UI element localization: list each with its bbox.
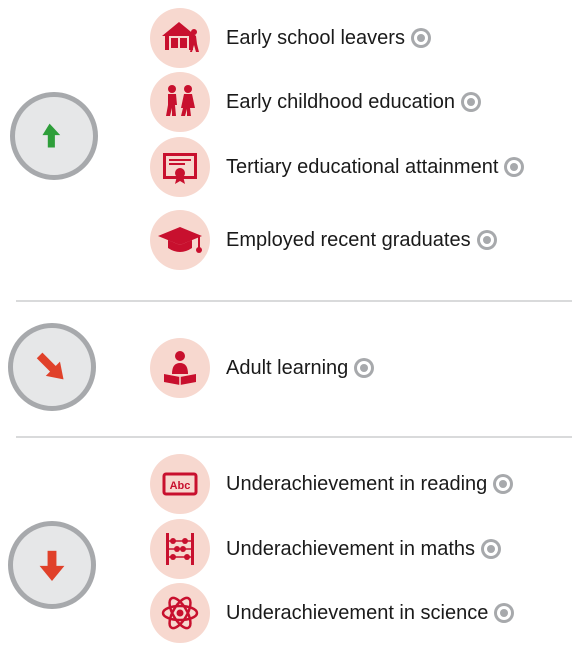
indicator-label: Underachievement in science <box>226 602 489 624</box>
diploma-certificate-icon <box>150 137 210 197</box>
trend-indicator-down <box>8 521 96 609</box>
trend-indicator-up <box>10 92 98 180</box>
arrow-down-right-icon <box>36 352 64 380</box>
target-icon <box>410 28 431 48</box>
target-icon <box>354 358 375 378</box>
divider <box>16 436 572 438</box>
target-icon <box>494 603 515 623</box>
abc-sign-icon: Abc <box>150 454 210 514</box>
trend-indicator-down-right <box>8 323 96 411</box>
indicator-label: Underachievement in maths <box>226 538 476 560</box>
divider <box>16 300 572 302</box>
list-item: Underachievement in science <box>150 583 515 643</box>
indicator-label: Adult learning <box>226 357 349 379</box>
indicator-label: Early school leavers <box>226 27 405 49</box>
list-item: Early childhood education <box>150 72 482 132</box>
atom-icon <box>150 583 210 643</box>
school-building-icon <box>150 8 210 68</box>
arrow-down-icon <box>39 550 65 581</box>
abacus-icon <box>150 519 210 579</box>
children-walking-icon <box>150 72 210 132</box>
indicator-label: Tertiary educational attainment <box>226 156 499 178</box>
list-item: Employed recent graduates <box>150 210 497 270</box>
list-item: Early school leavers <box>150 8 431 68</box>
graduation-cap-icon <box>150 210 210 270</box>
indicator-label: Employed recent graduates <box>226 229 471 251</box>
person-reading-icon <box>150 338 210 398</box>
list-item: Abc Underachievement in reading <box>150 454 514 514</box>
list-item: Underachievement in maths <box>150 519 502 579</box>
target-icon <box>481 539 502 559</box>
target-icon <box>476 230 497 250</box>
svg-text:Abc: Abc <box>170 480 191 492</box>
indicator-label: Early childhood education <box>226 91 456 113</box>
list-item: Tertiary educational attainment <box>150 137 525 197</box>
target-icon <box>493 474 514 494</box>
target-icon <box>461 92 482 112</box>
target-icon <box>504 157 525 177</box>
list-item: Adult learning <box>150 338 375 398</box>
arrow-up-icon <box>42 123 61 148</box>
indicator-label: Underachievement in reading <box>226 473 488 495</box>
